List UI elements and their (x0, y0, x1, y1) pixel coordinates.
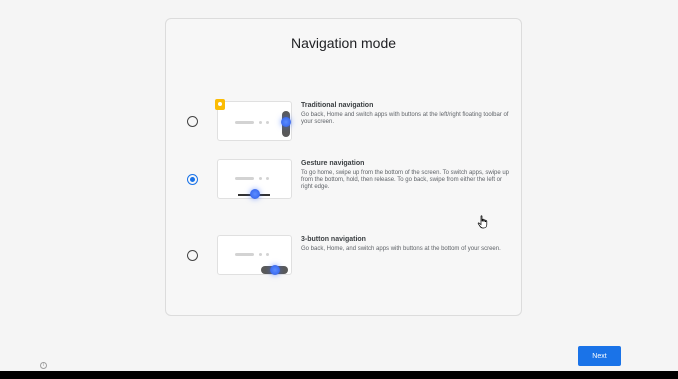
preview-bar (235, 253, 254, 256)
preview-dot (259, 121, 262, 124)
page-title: Navigation mode (290, 35, 397, 51)
option-description: Go back, Home and switch apps with butto… (301, 112, 509, 125)
gesture-preview-image (217, 159, 292, 199)
option-text: 3-button navigation Go back, Home, and s… (301, 235, 511, 253)
touch-indicator-icon (281, 117, 291, 127)
navigation-mode-card: Navigation mode Traditional navigation G… (165, 18, 522, 316)
option-title: Traditional navigation (301, 102, 374, 109)
option-title: Gesture navigation (301, 160, 365, 167)
radio-traditional[interactable] (187, 116, 198, 127)
info-icon[interactable]: i (40, 362, 47, 369)
option-3-button-navigation[interactable]: 3-button navigation Go back, Home, and s… (166, 235, 521, 281)
option-description: Go back, Home, and switch apps with butt… (301, 246, 501, 252)
floating-toolbar-badge-icon (215, 99, 225, 110)
preview-bar (235, 177, 254, 180)
radio-3-button[interactable] (187, 250, 198, 261)
hand-pointer-icon (477, 215, 488, 229)
preview-dot (259, 253, 262, 256)
preview-bar (235, 121, 254, 124)
option-gesture-navigation[interactable]: Gesture navigation To go home, swipe up … (166, 159, 521, 205)
bottom-bar (0, 371, 678, 379)
touch-indicator-icon (250, 189, 260, 199)
traditional-preview-image (215, 99, 292, 141)
option-text: Traditional navigation Go back, Home and… (301, 101, 511, 126)
option-traditional-navigation[interactable]: Traditional navigation Go back, Home and… (166, 99, 521, 147)
touch-indicator-icon (270, 265, 280, 275)
three-button-preview-image (217, 235, 292, 275)
next-button[interactable]: Next (578, 346, 621, 366)
preview-dot (266, 177, 269, 180)
preview-dot (259, 177, 262, 180)
option-text: Gesture navigation To go home, swipe up … (301, 159, 511, 191)
radio-gesture[interactable] (187, 174, 198, 185)
option-description: To go home, swipe up from the bottom of … (301, 170, 509, 190)
option-title: 3-button navigation (301, 236, 366, 243)
preview-dot (266, 121, 269, 124)
preview-dot (266, 253, 269, 256)
